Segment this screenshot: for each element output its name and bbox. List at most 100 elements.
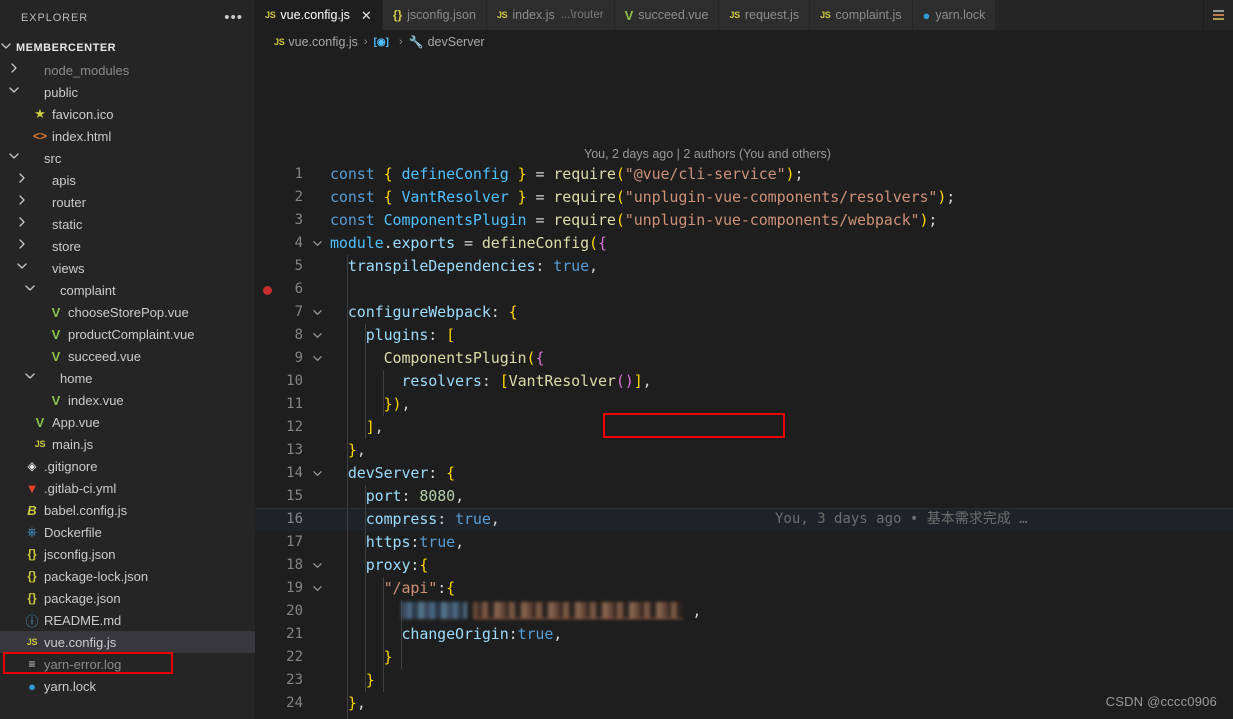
code-line[interactable]: 7 configureWebpack: {: [255, 301, 1233, 324]
tree-item-vue-config-js[interactable]: JS vue.config.js: [0, 631, 255, 653]
editor-actions[interactable]: [1203, 0, 1233, 30]
tree-item-router[interactable]: router: [0, 191, 255, 213]
code-line[interactable]: 25: [255, 715, 1233, 719]
fold-chevron-icon[interactable]: [309, 462, 325, 485]
tab-succeed-vue[interactable]: Vsucceed.vue: [614, 0, 720, 30]
tree-item-public[interactable]: public: [0, 81, 255, 103]
js-icon: JS: [274, 37, 285, 47]
tree-item-label: node_modules: [44, 62, 130, 78]
code-line[interactable]: 10 resolvers: [VantResolver()],: [255, 370, 1233, 393]
code-line[interactable]: 11 }),: [255, 393, 1233, 416]
tree-item-app-vue[interactable]: V App.vue: [0, 411, 255, 433]
code-line[interactable]: 8 plugins: [: [255, 324, 1233, 347]
code-line[interactable]: 6: [255, 278, 1233, 301]
tree-item-apis[interactable]: apis: [0, 169, 255, 191]
breadcrumb[interactable]: JS vue.config.js › [◉] › 🔧 devServer: [255, 30, 1233, 54]
tree-root-membercenter[interactable]: MEMBERCENTER: [0, 37, 255, 59]
code-line[interactable]: 12 ],: [255, 416, 1233, 439]
file-tree[interactable]: MEMBERCENTER node_modulespublic ★ favicon.i…: [0, 35, 255, 719]
tree-item-gitignore[interactable]: ◈ .gitignore: [0, 455, 255, 477]
chevron-down-icon: [8, 150, 22, 166]
breadcrumb-item[interactable]: JS vue.config.js: [274, 35, 358, 49]
tab-request-js[interactable]: JS request.js: [719, 0, 811, 30]
fold-chevron-icon[interactable]: [309, 232, 325, 255]
fold-chevron-icon[interactable]: [309, 347, 325, 370]
breadcrumb-item[interactable]: 🔧 devServer: [409, 35, 485, 49]
code-line[interactable]: 14 devServer: {: [255, 462, 1233, 485]
tab-jsconfig-json[interactable]: {} jsconfig.json: [382, 0, 487, 30]
code-lines[interactable]: 1 const { defineConfig } = require("@vue/…: [255, 163, 1233, 719]
code-line[interactable]: 9 ComponentsPlugin({: [255, 347, 1233, 370]
code-line[interactable]: 2 const { VantResolver } = require("unplu…: [255, 186, 1233, 209]
tree-item-productcomplaint-vue[interactable]: VproductComplaint.vue: [0, 323, 255, 345]
file-type-icon: {}: [22, 569, 42, 583]
explorer-more-actions-icon[interactable]: •••: [224, 10, 243, 25]
tree-item-complaint[interactable]: complaint: [0, 279, 255, 301]
code-line[interactable]: 22 }: [255, 646, 1233, 669]
tree-item-jsconfig-json[interactable]: {} jsconfig.json: [0, 543, 255, 565]
line-number: 14: [286, 465, 303, 481]
code-line[interactable]: 21 changeOrigin:true,: [255, 623, 1233, 646]
code-line[interactable]: 17 https:true,: [255, 531, 1233, 554]
tree-item-home[interactable]: home: [0, 367, 255, 389]
tree-item-index-html[interactable]: <> index.html: [0, 125, 255, 147]
tree-item-store[interactable]: store: [0, 235, 255, 257]
line-number: 2: [294, 189, 303, 205]
tree-item-succeed-vue[interactable]: Vsucceed.vue: [0, 345, 255, 367]
tree-item-package-lock-json[interactable]: {} package-lock.json: [0, 565, 255, 587]
code-line[interactable]: 4 module.exports = defineConfig({: [255, 232, 1233, 255]
tree-item-yarn-error-log[interactable]: ≡ yarn-error.log: [0, 653, 255, 675]
tree-item-label: index.vue: [68, 392, 124, 408]
code-line[interactable]: 24 },: [255, 692, 1233, 715]
code-line[interactable]: 5 transpileDependencies: true,: [255, 255, 1233, 278]
yarn-icon: ●: [922, 7, 931, 23]
tree-item-babel-config-js[interactable]: Bbabel.config.js: [0, 499, 255, 521]
tree-item-src[interactable]: src: [0, 147, 255, 169]
close-icon[interactable]: ✕: [361, 9, 372, 22]
tree-item-gitlab-ci-yml[interactable]: ▼ .gitlab-ci.yml: [0, 477, 255, 499]
tree-item-dockerfile[interactable]: ⎈ Dockerfile: [0, 521, 255, 543]
breadcrumb-item[interactable]: [◉]: [374, 37, 393, 48]
code-line[interactable]: 19 "/api":{: [255, 577, 1233, 600]
tree-item-choosestorepop-vue[interactable]: VchooseStorePop.vue: [0, 301, 255, 323]
code-line[interactable]: 16 compress: true, You, 3 days ago • 基本需求…: [255, 508, 1233, 531]
tree-item-views[interactable]: views: [0, 257, 255, 279]
breadcrumb-label: devServer: [427, 35, 485, 49]
more-tabs-icon[interactable]: [1213, 10, 1224, 20]
tree-item-node-modules[interactable]: node_modules: [0, 59, 255, 81]
fold-chevron-icon[interactable]: [309, 554, 325, 577]
tree-item-readme-md[interactable]: ⓘ README.md: [0, 609, 255, 631]
tree-item-package-json[interactable]: {} package.json: [0, 587, 255, 609]
code-line[interactable]: 23 }: [255, 669, 1233, 692]
code-text: }: [365, 671, 375, 689]
code-line[interactable]: 15 port: 8080,: [255, 485, 1233, 508]
tree-item-main-js[interactable]: JS main.js: [0, 433, 255, 455]
tab-yarn-lock[interactable]: ● yarn.lock: [912, 0, 997, 30]
code-line[interactable]: 13 },: [255, 439, 1233, 462]
code-line[interactable]: 18 proxy:{: [255, 554, 1233, 577]
code-editor[interactable]: You, 2 days ago | 2 authors (You and oth…: [255, 54, 1233, 719]
editor-tab-bar[interactable]: JS vue.config.js ✕ {} jsconfig.json JS index.j…: [255, 0, 1233, 30]
tree-item-label: main.js: [52, 436, 94, 452]
code-line[interactable]: 3 const ComponentsPlugin = require("unplu…: [255, 209, 1233, 232]
tab-complaint-js[interactable]: JS complaint.js: [810, 0, 913, 30]
fold-chevron-icon[interactable]: [309, 301, 325, 324]
tree-item-static[interactable]: static: [0, 213, 255, 235]
wrench-icon: 🔧: [408, 35, 424, 49]
tree-item-yarn-lock[interactable]: ● yarn.lock: [0, 675, 255, 697]
code-line[interactable]: 1 const { defineConfig } = require("@vue/…: [255, 163, 1233, 186]
line-number: 6: [294, 281, 303, 297]
fold-chevron-icon[interactable]: [309, 577, 325, 600]
tree-item-favicon-ico[interactable]: ★ favicon.ico: [0, 103, 255, 125]
tab-index-js[interactable]: JS index.js ...\router: [486, 0, 615, 30]
tree-item-index-vue[interactable]: Vindex.vue: [0, 389, 255, 411]
babel-icon: B: [27, 502, 37, 518]
tree-item-label: productComplaint.vue: [68, 326, 195, 342]
tab-vue-config-js[interactable]: JS vue.config.js ✕: [255, 0, 383, 30]
vue-icon: V: [35, 414, 45, 430]
code-line[interactable]: 20 ,: [255, 600, 1233, 623]
code-text: }: [383, 648, 393, 666]
fold-chevron-icon[interactable]: [309, 324, 325, 347]
gitlab-icon: ▼: [25, 480, 39, 496]
